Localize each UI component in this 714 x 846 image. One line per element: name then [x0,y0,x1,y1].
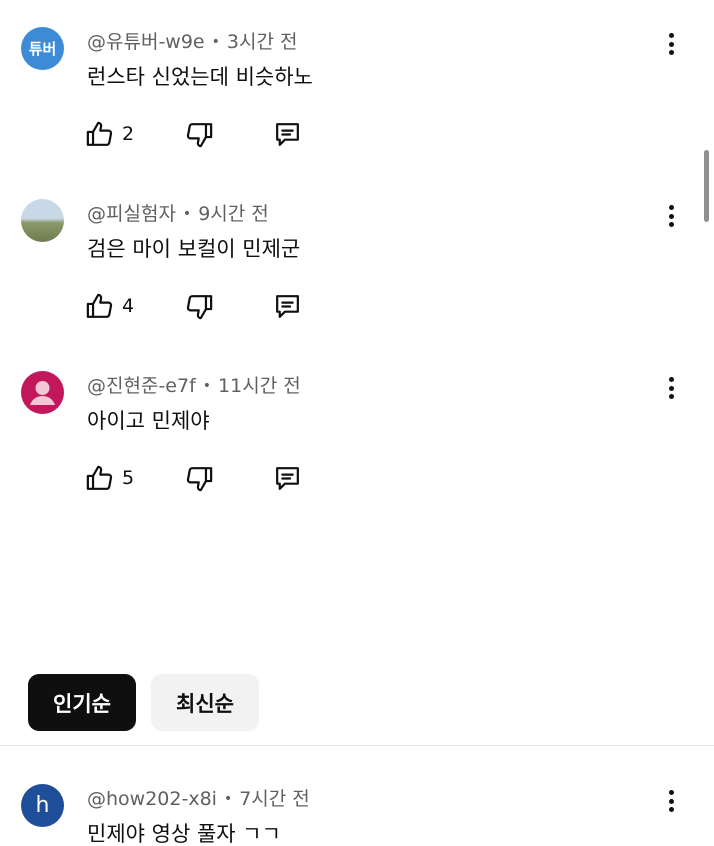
more-vert-icon-dot [668,790,674,795]
avatar[interactable]: h [21,784,64,827]
avatar[interactable] [21,371,64,414]
more-vert-icon-dot [668,213,674,219]
more-vert-icon-dot [668,222,674,227]
comment-meta: @유튜버-w9e • 3시간 전 [87,27,297,54]
more-vert-icon-dot [668,205,674,210]
comment-actions: 2 [84,117,324,151]
more-options-button[interactable] [663,373,679,403]
more-vert-icon-dot [668,41,674,47]
dislike-icon [186,466,213,491]
like-count: 2 [122,123,135,145]
dislike-button[interactable] [184,461,215,495]
more-vert-icon-dot [668,377,674,382]
avatar[interactable]: 튜버 [21,27,64,70]
comment-time[interactable]: 7시간 전 [239,788,310,810]
more-options-button[interactable] [663,29,679,59]
reply-icon [276,466,299,490]
dislike-icon [186,294,213,319]
comment-text: 검은 마이 보컬이 민제군 [87,237,301,261]
meta-separator: • [202,378,212,394]
scrollbar-thumb[interactable] [704,150,709,222]
comment-meta: @진현준-e7f • 11시간 전 [87,371,301,398]
avatar[interactable] [21,199,64,242]
reply-icon [276,294,299,318]
more-vert-icon-dot [668,807,674,812]
reply-button[interactable] [272,117,303,151]
comment-time[interactable]: 11시간 전 [218,375,301,397]
sort-chip-popular[interactable]: 인기순 [28,674,136,731]
comment-actions: 5 [84,461,324,495]
avatar-initials: h [35,793,50,818]
more-options-button[interactable] [663,201,679,231]
default-user-icon [30,381,55,405]
like-icon [86,121,113,146]
like-button[interactable]: 4 [84,289,134,323]
like-button[interactable]: 2 [84,117,134,151]
avatar-image [21,199,64,242]
comment-time[interactable]: 3시간 전 [227,31,298,53]
more-vert-icon-dot [668,394,674,399]
comment-text: 런스타 신었는데 비슷하노 [87,65,313,89]
comment-author[interactable]: @피실험자 [87,203,176,225]
sort-chip-newest[interactable]: 최신순 [151,674,259,731]
reply-button[interactable] [272,461,303,495]
meta-separator: • [223,791,233,807]
meta-separator: • [182,206,192,222]
more-vert-icon-dot [668,50,674,55]
more-vert-icon-dot [668,798,674,804]
comment-text: 아이고 민제야 [87,409,210,433]
avatar-initials: 튜버 [28,40,57,58]
more-vert-icon-dot [668,385,674,391]
like-icon [86,293,113,318]
meta-separator: • [211,34,220,50]
reply-button[interactable] [272,289,303,323]
comment-author[interactable]: @진현준-e7f [87,375,196,397]
divider [0,745,714,746]
more-vert-icon-dot [668,33,674,38]
comment-author[interactable]: @유튜버-w9e [87,31,205,53]
dislike-icon [186,122,213,147]
dislike-button[interactable] [184,289,215,323]
comment-text: 민제야 영상 풀자 ㄱㄱ [87,822,281,846]
like-button[interactable]: 5 [84,461,134,495]
comment-actions: 4 [84,289,324,323]
comment-meta: @how202-x8i • 7시간 전 [87,784,310,811]
like-icon [86,465,113,490]
more-options-button[interactable] [663,786,679,816]
comment-meta: @피실험자 • 9시간 전 [87,199,269,226]
comment-time[interactable]: 9시간 전 [198,203,269,225]
comment-author[interactable]: @how202-x8i [87,788,217,810]
like-count: 4 [122,295,135,317]
like-count: 5 [122,467,135,489]
dislike-button[interactable] [184,117,215,151]
reply-icon [276,122,299,146]
